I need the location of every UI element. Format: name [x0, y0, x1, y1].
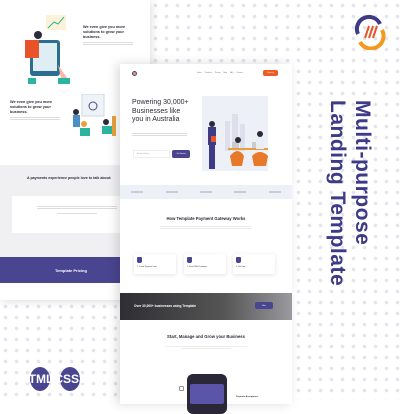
get-started-button[interactable]: Get Started [172, 150, 190, 158]
hero-illustration [202, 96, 268, 171]
nav-item[interactable]: FAQ [230, 72, 234, 74]
how-heading: How Template Payment Gateway Works [166, 216, 246, 221]
step-card: 1. Create Payment Links [134, 254, 176, 274]
step-icon [187, 257, 192, 263]
site-logo-icon [132, 71, 137, 76]
phone-mockup [187, 374, 227, 414]
pricing-heading: Template Pricing [55, 268, 87, 273]
feature-icon [179, 386, 184, 391]
nav: Home Products Pricing Blog FAQ Contact [197, 72, 243, 74]
nav-item[interactable]: Contact [237, 72, 243, 74]
nav-item[interactable]: Home [197, 72, 202, 74]
step-card: 3. Get Paid [233, 254, 275, 274]
grow-heading: Start, Manage and Grow your Business [167, 334, 245, 339]
brand-logo-icon [354, 14, 386, 50]
step-label: 2. Share With Customers [187, 266, 208, 268]
nav-item[interactable]: Blog [223, 72, 227, 74]
hero-headline: Powering 30,000+ Businesses like you in … [132, 99, 189, 123]
step-icon [236, 257, 241, 263]
html5-icon: HTML5 [20, 367, 60, 391]
promo-title-line1: Multi-purpose [351, 100, 374, 246]
step-label: 1. Create Payment Links [137, 266, 157, 268]
feature2-heading: We even give you more solutions to grow … [10, 100, 53, 114]
banner-button[interactable]: Start [255, 302, 273, 309]
front-page-preview: Home Products Pricing Blog FAQ Contact S… [120, 64, 292, 414]
promo-title-line2: Landing Template [326, 100, 349, 287]
team-illustration [73, 94, 116, 136]
payment-acceptance-label: Payment Acceptance [236, 396, 258, 398]
feature-illustration [25, 15, 70, 84]
nav-item[interactable]: Products [205, 72, 212, 74]
partner-logos-strip [120, 185, 292, 199]
nav-item[interactable]: Pricing [215, 72, 221, 74]
email-input[interactable]: Email address [133, 150, 170, 158]
feature1-heading: We even give you more solutions to grow … [83, 25, 126, 39]
step-icon [137, 257, 142, 263]
step-label: 3. Get Paid [236, 266, 245, 268]
css3-icon: CSS3 [54, 367, 86, 391]
step-card: 2. Share With Customers [184, 254, 226, 274]
signup-button[interactable]: Sign Up [263, 70, 278, 76]
banner-text: Over 30,000+ businesses using Template [134, 304, 197, 308]
